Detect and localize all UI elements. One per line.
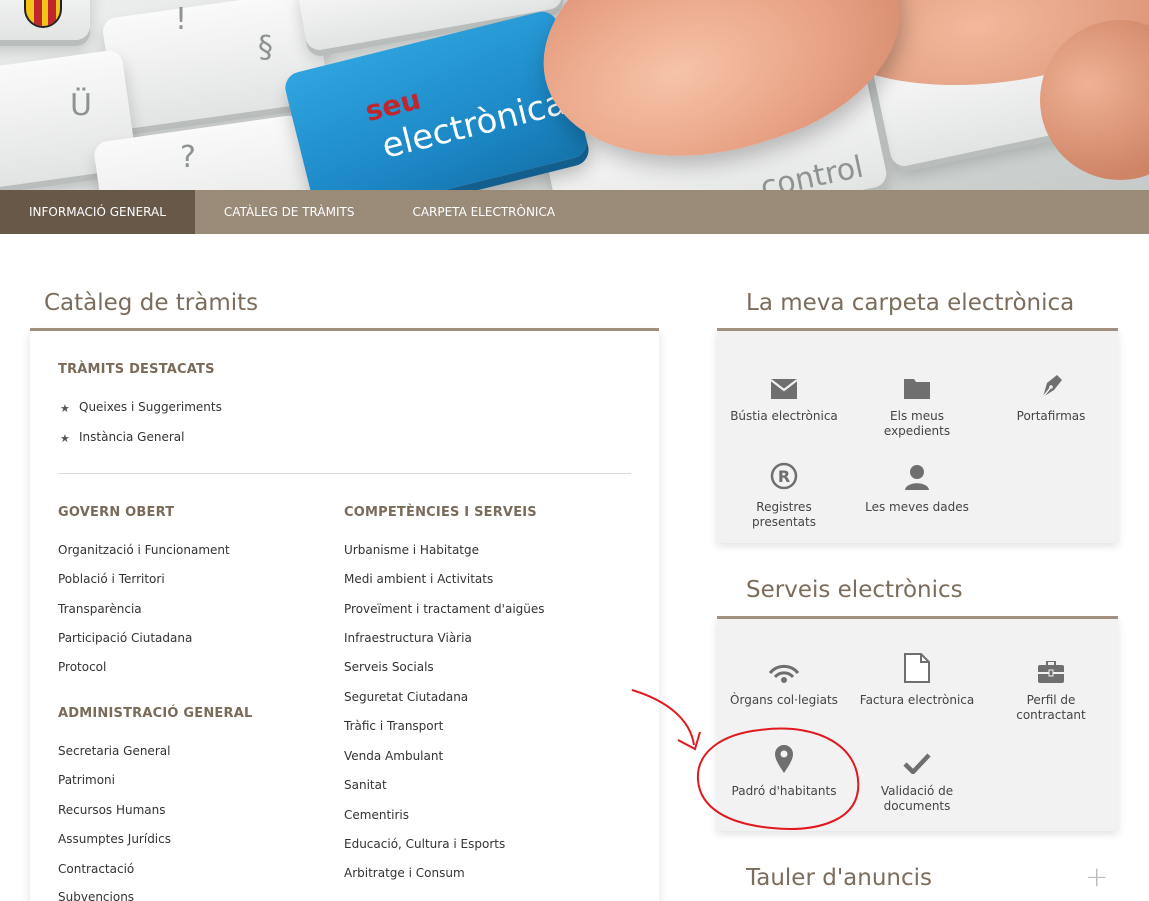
tile-padro-habitants[interactable]: Padró d'habitants bbox=[717, 740, 851, 799]
competencies-link[interactable]: Cementiris bbox=[344, 808, 409, 822]
competencies-link[interactable]: Arbitratge i Consum bbox=[344, 866, 465, 880]
tile-label: Validació de bbox=[880, 784, 954, 798]
tile-label: Les meves dades bbox=[865, 500, 969, 514]
competencies-link[interactable]: Venda Ambulant bbox=[344, 749, 443, 763]
key-glyph: § bbox=[258, 30, 273, 65]
govern-link[interactable]: Participació Ciutadana bbox=[58, 631, 192, 645]
catalog-title: Catàleg de tràmits bbox=[44, 290, 259, 316]
briefcase-icon bbox=[984, 649, 1118, 683]
featured-link[interactable]: Queixes i Suggeriments bbox=[79, 400, 222, 414]
tile-organs-collegiats[interactable]: Òrgans col·legiats bbox=[717, 649, 851, 708]
competencies-link[interactable]: Sanitat bbox=[344, 778, 387, 792]
competencies-serveis-title: COMPETÈNCIES I SERVEIS bbox=[344, 505, 537, 520]
svg-text:R: R bbox=[778, 467, 790, 486]
tile-label: Registres bbox=[756, 500, 812, 514]
tile-label: Òrgans col·legiats bbox=[730, 693, 838, 707]
carpeta-title: La meva carpeta electrònica bbox=[746, 290, 1075, 316]
key-glyph: ? bbox=[180, 140, 196, 175]
tile-label: Bústia electrònica bbox=[730, 409, 838, 423]
competencies-link[interactable]: Proveïment i tractament d'aigües bbox=[344, 602, 545, 616]
user-icon bbox=[850, 456, 984, 490]
competencies-link[interactable]: Serveis Socials bbox=[344, 660, 434, 674]
admin-link[interactable]: Contractació bbox=[58, 862, 134, 876]
tile-label: expedients bbox=[883, 424, 951, 438]
tile-factura-electronica[interactable]: Factura electrònica bbox=[850, 649, 984, 708]
govern-link[interactable]: Transparència bbox=[58, 602, 142, 616]
tile-label: Padró d'habitants bbox=[731, 784, 837, 798]
admin-link[interactable]: Subvencions bbox=[58, 890, 134, 901]
tile-validacio-documents[interactable]: Validació de documents bbox=[850, 740, 984, 814]
header-banner: ! § Ü ? ▲ seu electrònica control bbox=[0, 0, 1149, 190]
check-icon bbox=[850, 740, 984, 774]
serveis-panel: Òrgans col·legiats Factura electrònica P… bbox=[717, 619, 1118, 831]
star-icon: ★ bbox=[60, 432, 70, 445]
competencies-link[interactable]: Educació, Cultura i Esports bbox=[344, 837, 505, 851]
govern-link[interactable]: Protocol bbox=[58, 660, 106, 674]
tile-les-meves-dades[interactable]: Les meves dades bbox=[850, 456, 984, 515]
signal-icon bbox=[717, 649, 851, 683]
divider bbox=[58, 473, 631, 474]
tile-label: Portafirmas bbox=[1016, 409, 1086, 423]
tile-els-meus-expedients[interactable]: Els meus expedients bbox=[850, 365, 984, 439]
tile-label: Perfil de bbox=[1026, 693, 1076, 707]
tile-bustia-electronica[interactable]: Bústia electrònica bbox=[717, 365, 851, 424]
competencies-link[interactable]: Tràfic i Transport bbox=[344, 719, 443, 733]
tile-label: contractant bbox=[1016, 708, 1086, 722]
main-nav: INFORMACIÓ GENERAL CATÀLEG DE TRÀMITS CA… bbox=[0, 190, 1149, 234]
document-icon bbox=[850, 649, 984, 683]
nav-item-carpeta-electronica[interactable]: CARPETA ELECTRÒNICA bbox=[383, 190, 584, 234]
pen-nib-icon bbox=[984, 365, 1118, 399]
registered-icon: R bbox=[717, 456, 851, 490]
key-glyph: Ü bbox=[70, 88, 92, 123]
featured-link[interactable]: Instància General bbox=[79, 430, 184, 444]
featured-title: TRÀMITS DESTACATS bbox=[58, 362, 215, 377]
admin-link[interactable]: Patrimoni bbox=[58, 773, 115, 787]
competencies-link[interactable]: Seguretat Ciutadana bbox=[344, 690, 468, 704]
folder-icon bbox=[850, 365, 984, 399]
tile-portafirmas[interactable]: Portafirmas bbox=[984, 365, 1118, 424]
tile-label: Els meus bbox=[890, 409, 944, 423]
admin-link[interactable]: Assumptes Jurídics bbox=[58, 832, 171, 846]
carpeta-panel: Bústia electrònica Els meus expedients Po… bbox=[717, 331, 1118, 543]
tile-perfil-contractant[interactable]: Perfil de contractant bbox=[984, 649, 1118, 723]
mail-icon bbox=[717, 365, 851, 399]
govern-link[interactable]: Organització i Funcionament bbox=[58, 543, 230, 557]
tile-registres-presentats[interactable]: R Registres presentats bbox=[717, 456, 851, 530]
nav-item-informacio-general[interactable]: INFORMACIÓ GENERAL bbox=[0, 190, 195, 234]
competencies-link[interactable]: Urbanisme i Habitatge bbox=[344, 543, 479, 557]
competencies-link[interactable]: Medi ambient i Activitats bbox=[344, 572, 493, 586]
govern-link[interactable]: Població i Territori bbox=[58, 572, 165, 586]
tile-label: Factura electrònica bbox=[859, 693, 975, 707]
expand-plus-icon[interactable]: + bbox=[1085, 860, 1108, 893]
tile-label: presentats bbox=[752, 515, 816, 529]
annotation-arrow-head bbox=[677, 731, 701, 751]
admin-link[interactable]: Recursos Humans bbox=[58, 803, 166, 817]
govern-obert-title: GOVERN OBERT bbox=[58, 505, 175, 520]
catalog-panel: TRÀMITS DESTACATS ★ Queixes i Suggerimen… bbox=[30, 331, 659, 901]
administracio-general-title: ADMINISTRACIÓ GENERAL bbox=[58, 706, 253, 721]
tile-label: documents bbox=[883, 799, 951, 813]
tauler-title: Tauler d'anuncis bbox=[746, 865, 932, 891]
map-pin-icon bbox=[717, 740, 851, 774]
star-icon: ★ bbox=[60, 402, 70, 415]
nav-item-cataleg-tramits[interactable]: CATÀLEG DE TRÀMITS bbox=[195, 190, 384, 234]
competencies-link[interactable]: Infraestructura Viària bbox=[344, 631, 472, 645]
serveis-title: Serveis electrònics bbox=[746, 577, 963, 603]
admin-link[interactable]: Secretaria General bbox=[58, 744, 170, 758]
key-glyph: ! bbox=[175, 2, 188, 37]
